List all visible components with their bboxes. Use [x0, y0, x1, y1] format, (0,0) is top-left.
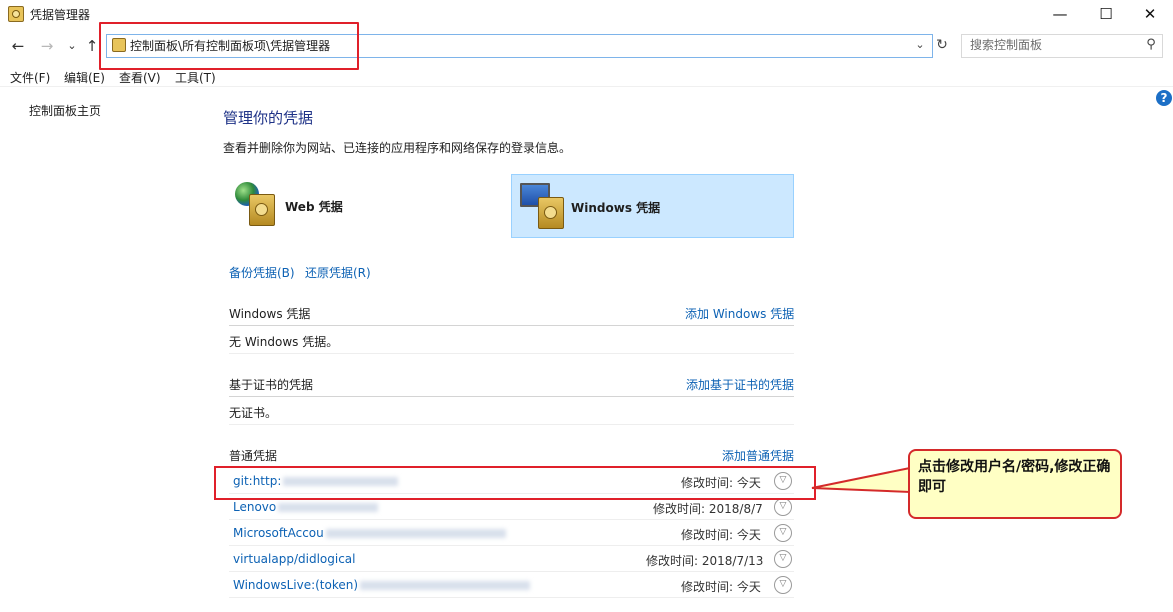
expand-chevron-icon[interactable]: ▽ [774, 550, 792, 568]
menu-tools[interactable]: 工具(T) [175, 69, 216, 86]
expand-chevron-icon[interactable]: ▽ [774, 524, 792, 542]
redacted-text [360, 581, 531, 590]
windows-credentials-heading: Windows 凭据 [229, 307, 311, 321]
search-icon[interactable]: ⚲ [1144, 37, 1158, 53]
chevron-down-icon[interactable]: ⌄ [912, 36, 928, 54]
windows-credentials-tile[interactable]: Windows 凭据 [511, 174, 794, 238]
refresh-icon[interactable]: ↻ [933, 35, 951, 55]
section-divider [229, 325, 794, 326]
vault-icon [538, 197, 564, 229]
close-button[interactable]: ✕ [1127, 0, 1173, 30]
section-divider [229, 424, 794, 425]
add-certificate-credential-link[interactable]: 添加基于证书的凭据 [686, 376, 794, 393]
back-button[interactable]: ← [9, 37, 27, 55]
generic-credentials-heading: 普通凭据 [229, 449, 278, 463]
credential-row-name[interactable]: Lenovo [233, 500, 379, 514]
search-box[interactable]: ⚲ [961, 34, 1163, 58]
expand-chevron-icon[interactable]: ▽ [774, 576, 792, 594]
callout-text: 点击修改用户名/密码,修改正确即可 [918, 459, 1111, 495]
certificate-credentials-heading: 基于证书的凭据 [229, 378, 314, 392]
redacted-text [278, 503, 379, 512]
address-highlight-box [99, 22, 359, 70]
credential-row-name[interactable]: virtualapp/didlogical [233, 552, 355, 566]
menu-edit[interactable]: 编辑(E) [64, 69, 105, 86]
recent-locations-button[interactable]: ⌄ [63, 37, 81, 55]
modified-label: 修改时间: [653, 502, 706, 516]
add-generic-credential-link[interactable]: 添加普通凭据 [722, 447, 794, 464]
credential-name: Lenovo [233, 500, 277, 514]
search-input[interactable] [970, 37, 1135, 53]
certificate-credentials-empty: 无证书。 [229, 406, 278, 420]
credential-modified: 修改时间: 2018/7/13 [646, 552, 763, 569]
page-title: 管理你的凭据 [223, 109, 314, 127]
credential-row-name[interactable]: WindowsLive:(token) [233, 578, 531, 592]
modified-label: 修改时间: [646, 554, 699, 568]
row-divider [229, 571, 794, 572]
credential-modified: 修改时间: 今天 [681, 578, 761, 595]
menu-divider [0, 86, 1173, 87]
windows-credentials-label: Windows 凭据 [571, 201, 661, 215]
modified-date: 2018/7/13 [701, 554, 764, 568]
backup-credentials-link[interactable]: 备份凭据(B) [229, 264, 295, 281]
windows-credentials-empty: 无 Windows 凭据。 [229, 335, 339, 349]
row-divider [229, 545, 794, 546]
credential-row-name[interactable]: MicrosoftAccou [233, 526, 506, 540]
credential-modified: 修改时间: 今天 [681, 526, 761, 543]
credential-name: MicrosoftAccou [233, 526, 324, 540]
help-icon[interactable]: ? [1156, 90, 1172, 106]
web-credentials-label: Web 凭据 [285, 200, 343, 214]
add-windows-credential-link[interactable]: 添加 Windows 凭据 [685, 305, 794, 322]
control-panel-home-link[interactable]: 控制面板主页 [29, 102, 101, 119]
window-title: 凭据管理器 [30, 8, 91, 22]
modified-date: 2018/8/7 [708, 502, 763, 516]
expand-chevron-icon[interactable]: ▽ [774, 498, 792, 516]
minimize-button[interactable]: — [1037, 0, 1083, 30]
modified-label: 修改时间: [681, 528, 734, 542]
credential-name: virtualapp/didlogical [233, 552, 356, 566]
maximize-button[interactable]: ☐ [1083, 0, 1129, 30]
section-divider [229, 353, 794, 354]
modified-date: 今天 [736, 528, 761, 542]
credential-modified: 修改时间: 2018/8/7 [653, 500, 763, 517]
row-divider [229, 597, 794, 598]
row-highlight-box [214, 466, 816, 500]
redacted-text [325, 529, 506, 538]
web-credentials-tile[interactable]: Web 凭据 [229, 174, 499, 236]
row-divider [229, 519, 794, 520]
forward-button[interactable]: → [38, 37, 56, 55]
credential-manager-icon [8, 6, 24, 22]
section-divider [229, 396, 794, 397]
callout-pointer [811, 466, 911, 494]
page-description: 查看并删除你为网站、已连接的应用程序和网络保存的登录信息。 [223, 141, 572, 155]
restore-credentials-link[interactable]: 还原凭据(R) [305, 264, 371, 281]
modified-label: 修改时间: [681, 580, 734, 594]
vault-icon [249, 194, 275, 226]
callout-arrow [811, 466, 911, 494]
credential-name: WindowsLive:(token) [233, 578, 359, 592]
menu-file[interactable]: 文件(F) [10, 69, 50, 86]
modified-date: 今天 [736, 580, 761, 594]
menu-view[interactable]: 查看(V) [119, 69, 161, 86]
